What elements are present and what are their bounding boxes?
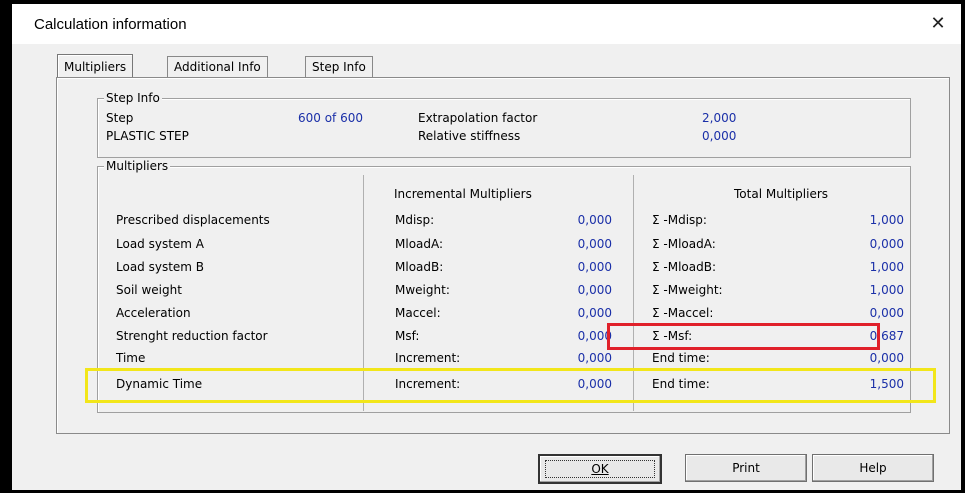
step-label: Step [106, 111, 134, 125]
help-button-label: Help [859, 461, 887, 475]
inc-value: 0,000 [577, 329, 612, 343]
ok-button[interactable]: OK [538, 454, 662, 484]
total-multipliers-header: Total Multipliers [734, 187, 829, 201]
relative-stiffness-label: Relative stiffness [418, 129, 521, 143]
total-label: Σ -MloadB: [652, 260, 717, 274]
step-info-legend: Step Info [104, 91, 162, 105]
inc-value: 0,000 [577, 351, 612, 365]
total-label: Σ -Maccel: [652, 306, 714, 320]
total-label: Σ -Mweight: [652, 283, 723, 297]
inc-value: 0,000 [577, 260, 612, 274]
row-label: Load system A [116, 237, 205, 251]
total-label: End time: [652, 351, 710, 365]
total-value: 0,000 [869, 306, 904, 320]
inc-label: Maccel: [395, 306, 441, 320]
dynamic-time-yellow-highlight [85, 368, 936, 403]
extrapolation-factor-label: Extrapolation factor [418, 111, 538, 125]
row-label: Strenght reduction factor [116, 329, 268, 343]
tab-multipliers[interactable]: Multipliers [57, 54, 134, 79]
incremental-multipliers-header: Incremental Multipliers [394, 187, 532, 201]
tab-additional-info[interactable]: Additional Info [167, 56, 268, 77]
extrapolation-factor-value: 2,000 [702, 111, 737, 125]
calculation-info-dialog: Calculation information ✕ Multipliers Ad… [12, 4, 961, 490]
total-value: 0,000 [869, 237, 904, 251]
help-button[interactable]: Help [812, 454, 934, 482]
focus-rectangle [545, 460, 655, 478]
multipliers-panel: Step Info Step 600 of 600 PLASTIC STEP E… [56, 77, 950, 434]
step-value: 600 of 600 [298, 111, 364, 125]
window-title: Calculation information [34, 16, 187, 33]
inc-label: Mweight: [395, 283, 450, 297]
inc-value: 0,000 [577, 306, 612, 320]
relative-stiffness-value: 0,000 [702, 129, 737, 143]
row-label: Load system B [116, 260, 205, 274]
total-value: 1,000 [869, 213, 904, 227]
inc-label: Increment: [395, 351, 461, 365]
inc-value: 0,000 [577, 213, 612, 227]
multipliers-legend: Multipliers [104, 159, 171, 173]
step-type: PLASTIC STEP [106, 129, 189, 143]
inc-label: Msf: [395, 329, 420, 343]
inc-label: MloadA: [395, 237, 444, 251]
msf-red-highlight [607, 323, 880, 350]
total-value: 1,000 [869, 260, 904, 274]
print-button-label: Print [732, 461, 760, 475]
inc-value: 0,000 [577, 283, 612, 297]
inc-value: 0,000 [577, 237, 612, 251]
row-label: Prescribed displacements [116, 213, 270, 227]
tab-step-info[interactable]: Step Info [305, 56, 373, 77]
inc-label: MloadB: [395, 260, 444, 274]
inc-label: Mdisp: [395, 213, 435, 227]
step-info-group: Step Info Step 600 of 600 PLASTIC STEP E… [97, 91, 911, 158]
title-bar: Calculation information ✕ [12, 4, 961, 44]
row-label: Time [116, 351, 146, 365]
print-button[interactable]: Print [685, 454, 807, 482]
total-value: 1,000 [869, 283, 904, 297]
total-value: 0,000 [869, 351, 904, 365]
total-label: Σ -Mdisp: [652, 213, 707, 227]
close-icon[interactable]: ✕ [923, 10, 953, 38]
row-label: Soil weight [116, 283, 182, 297]
row-label: Acceleration [116, 306, 191, 320]
total-label: Σ -MloadA: [652, 237, 716, 251]
